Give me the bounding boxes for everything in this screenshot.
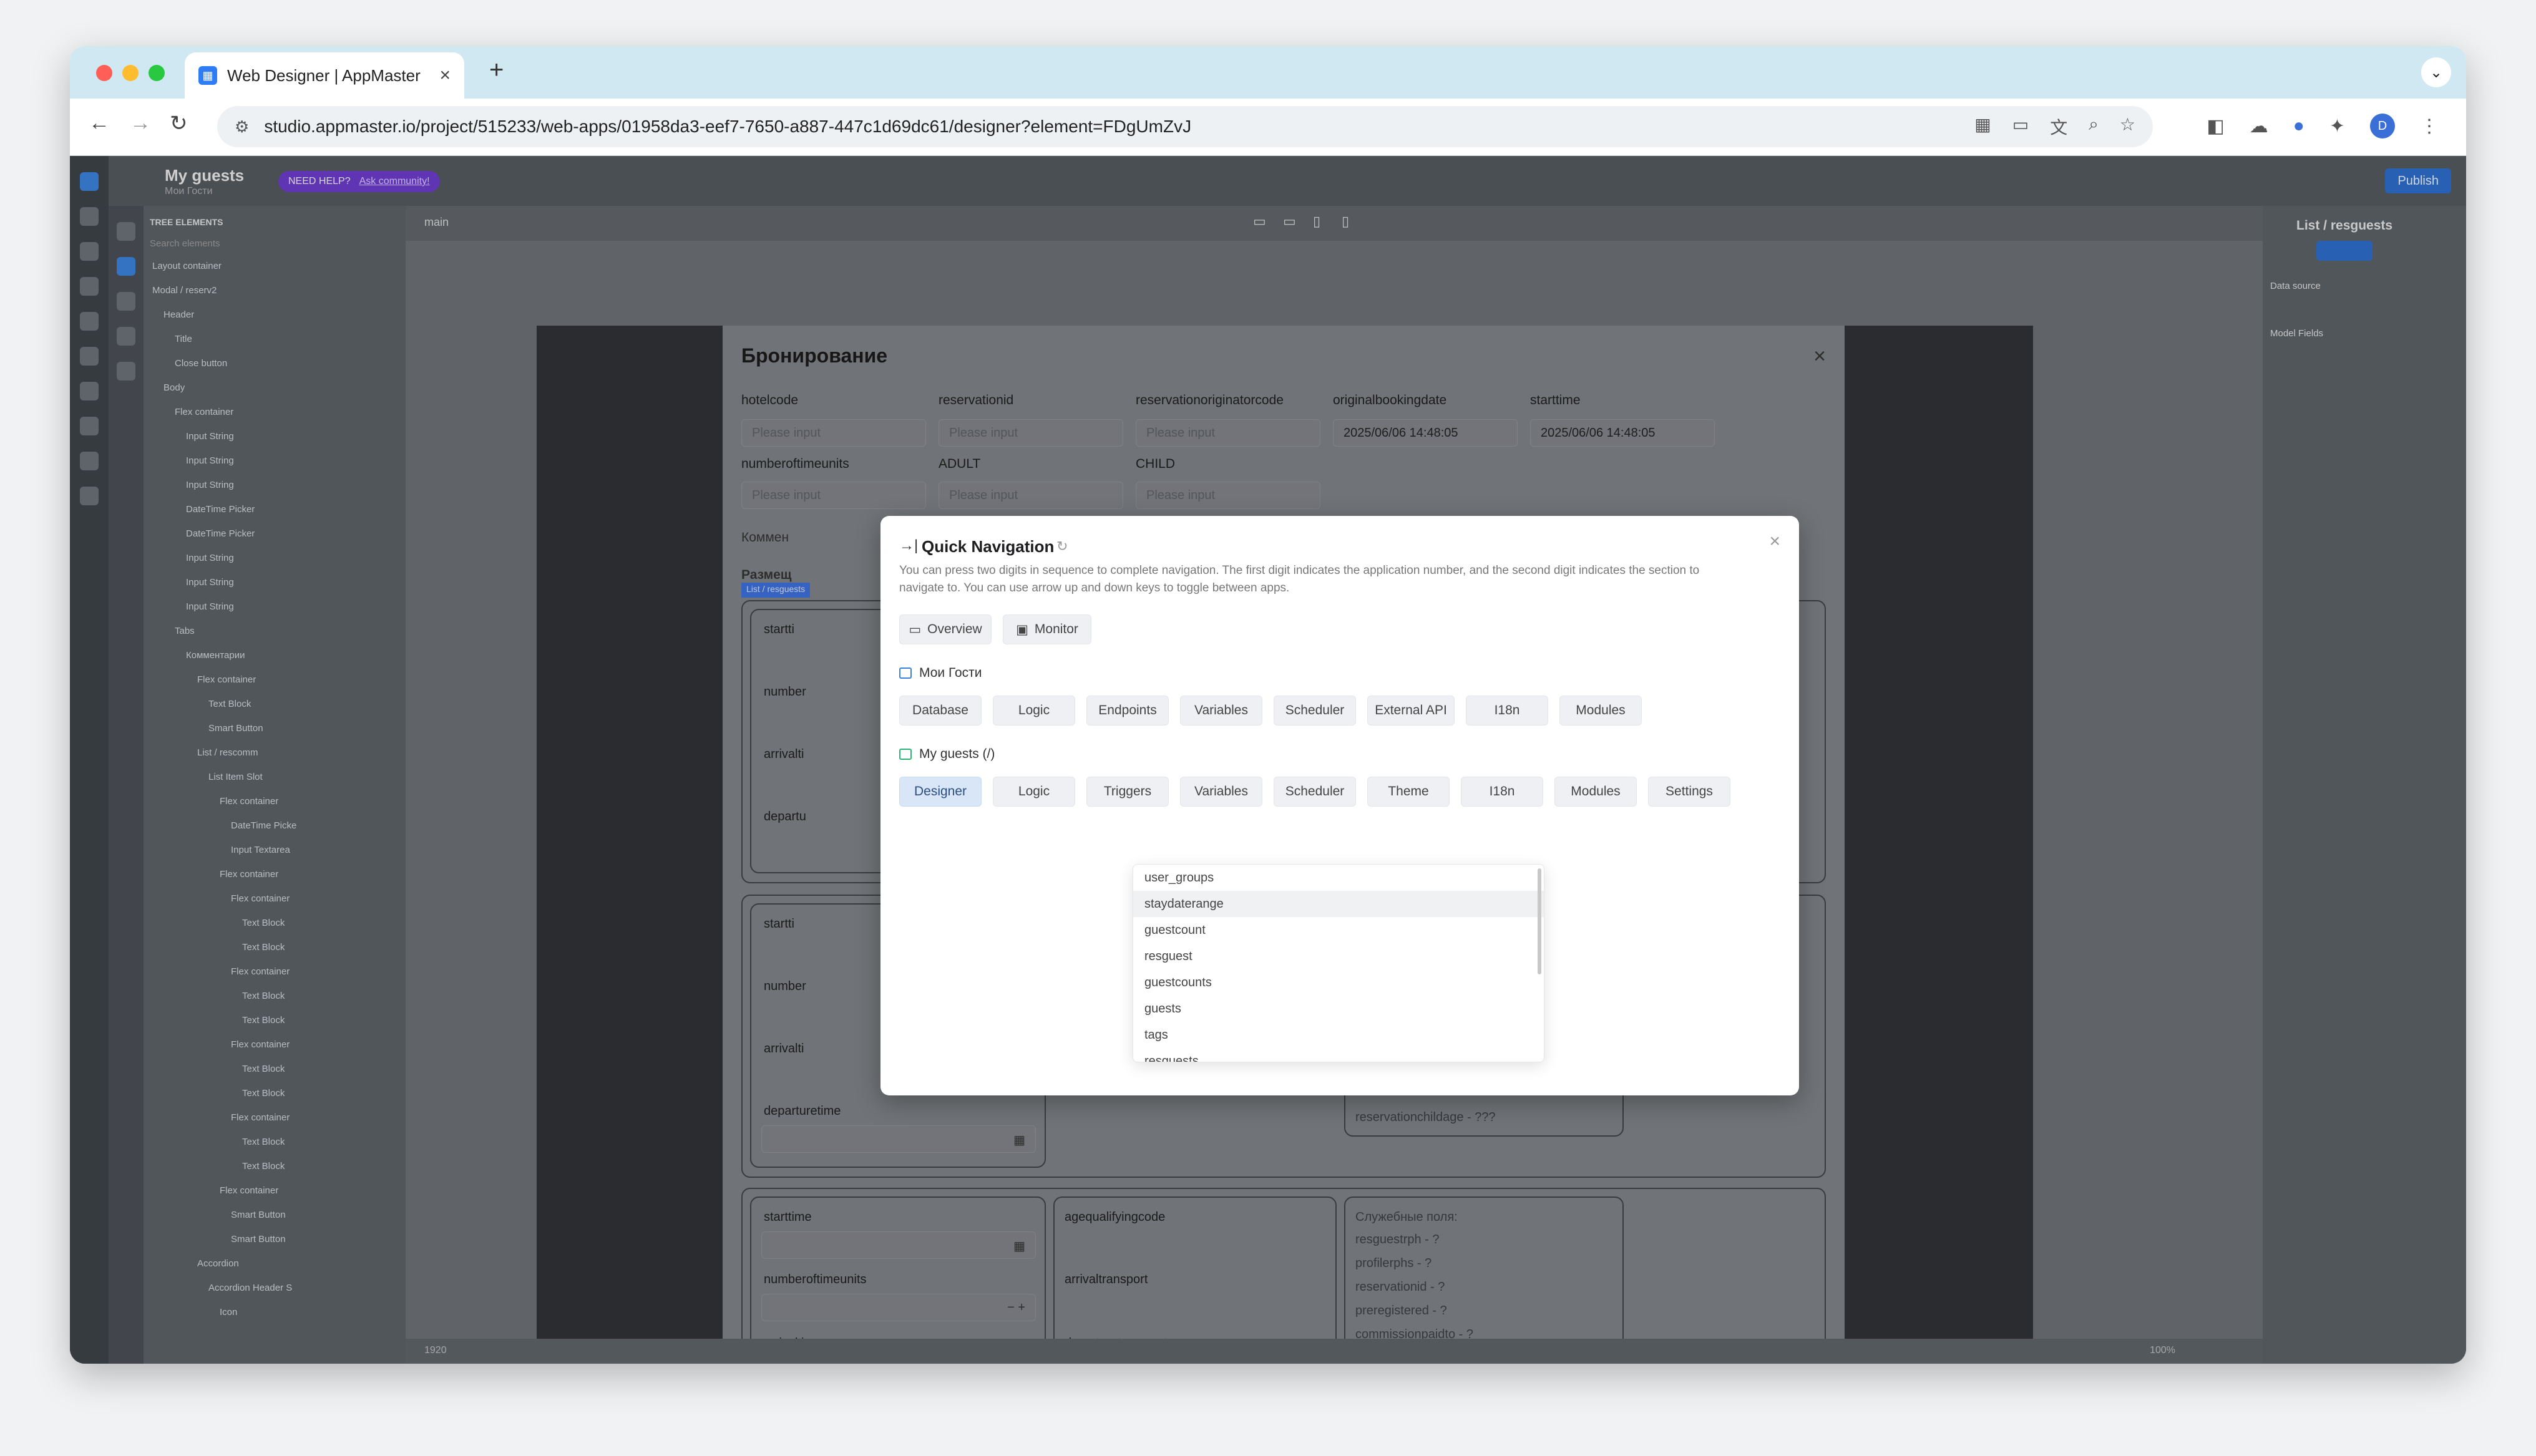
overview-label: Overview bbox=[927, 622, 982, 636]
dropdown-item[interactable]: tags bbox=[1133, 1022, 1544, 1048]
nav-chip-designer[interactable]: Designer bbox=[899, 777, 982, 807]
url-field[interactable]: ⚙ studio.appmaster.io/project/515233/web… bbox=[217, 106, 2153, 147]
dropdown-list: user_groups staydaterange guestcount resgue… bbox=[1133, 865, 1544, 1062]
nav-chip-i18n[interactable]: I18n bbox=[1461, 777, 1543, 807]
overview-button[interactable]: ▭ Overview bbox=[899, 614, 992, 644]
nav-chip-variables[interactable]: Variables bbox=[1180, 696, 1262, 726]
nav-chip-i18n[interactable]: I18n bbox=[1466, 696, 1548, 726]
quick-navigation-dialog: →| Quick Navigation ↻ × You can press tw… bbox=[880, 516, 1799, 1095]
navigation-arrow-icon: →| bbox=[899, 537, 919, 554]
dropdown-item[interactable]: guestcounts bbox=[1133, 969, 1544, 996]
section-web-app: My guests (/) bbox=[899, 747, 995, 762]
url-text: studio.appmaster.io/project/515233/web-a… bbox=[264, 117, 1192, 136]
dropdown-scrollbar[interactable] bbox=[1538, 868, 1541, 974]
nav-chip-scheduler[interactable]: Scheduler bbox=[1274, 777, 1356, 807]
quick-navigation-title: Quick Navigation bbox=[922, 537, 1055, 556]
nav-chip-logic[interactable]: Logic bbox=[993, 696, 1075, 726]
window-controls bbox=[96, 65, 165, 81]
dropdown-item[interactable]: user_groups bbox=[1133, 865, 1544, 891]
app-icon[interactable]: ▦ bbox=[1974, 114, 1991, 139]
refresh-icon[interactable]: ↻ bbox=[1056, 538, 1068, 555]
site-settings-icon[interactable]: ⚙ bbox=[235, 117, 249, 137]
minimize-window-button[interactable] bbox=[122, 65, 139, 81]
translate-icon[interactable]: 文 bbox=[2050, 114, 2067, 139]
quick-navigation-description: You can press two digits in sequence to … bbox=[899, 564, 1700, 595]
nav-chip-modules[interactable]: Modules bbox=[1559, 696, 1642, 726]
extension-cloud-icon[interactable]: ☁ bbox=[2250, 115, 2268, 137]
nav-chip-database[interactable]: Database bbox=[899, 696, 982, 726]
tab-search-icon[interactable]: ⌄ bbox=[2421, 57, 2451, 87]
address-bar: ← → ↻ ⚙ studio.appmaster.io/project/5152… bbox=[70, 99, 2466, 156]
extensions-puzzle-icon[interactable]: ✦ bbox=[2329, 115, 2345, 137]
section-database-app: Мои Гости bbox=[899, 666, 982, 681]
close-icon[interactable]: × bbox=[1769, 531, 1780, 552]
nav-chip-settings[interactable]: Settings bbox=[1648, 777, 1730, 807]
section2-title: My guests (/) bbox=[919, 747, 995, 761]
nav-chip-theme[interactable]: Theme bbox=[1367, 777, 1450, 807]
monitor-button[interactable]: ▣ Monitor bbox=[1003, 614, 1091, 644]
nav-chip-logic[interactable]: Logic bbox=[993, 777, 1075, 807]
tab-bar: ▦ Web Designer | AppMaster × + ⌄ bbox=[70, 46, 2466, 99]
forward-icon[interactable]: → bbox=[130, 111, 151, 135]
bookmark-star-icon[interactable]: ☆ bbox=[2120, 114, 2135, 139]
folder-icon: ▭ bbox=[909, 622, 922, 637]
nav-chip-external-api[interactable]: External API bbox=[1367, 696, 1455, 726]
dropdown-item[interactable]: guestcount bbox=[1133, 917, 1544, 943]
nav-chip-endpoints[interactable]: Endpoints bbox=[1086, 696, 1169, 726]
nav-chip-modules[interactable]: Modules bbox=[1554, 777, 1637, 807]
nav-chip-scheduler[interactable]: Scheduler bbox=[1274, 696, 1356, 726]
browser-tab[interactable]: ▦ Web Designer | AppMaster × bbox=[185, 52, 464, 99]
dropdown-item[interactable]: resguest bbox=[1133, 943, 1544, 969]
section1-title: Мои Гости bbox=[919, 666, 982, 680]
profile-avatar[interactable]: D bbox=[2370, 114, 2395, 138]
new-tab-icon[interactable]: + bbox=[489, 56, 504, 84]
close-window-button[interactable] bbox=[96, 65, 112, 81]
database-app-icon bbox=[899, 667, 912, 679]
reload-icon[interactable]: ↻ bbox=[170, 111, 188, 136]
extension-dot-icon[interactable]: ● bbox=[2293, 115, 2304, 137]
extension-shield-icon[interactable]: ◧ bbox=[2207, 115, 2224, 137]
dropdown-item[interactable]: guests bbox=[1133, 996, 1544, 1022]
maximize-window-button[interactable] bbox=[149, 65, 165, 81]
web-app-icon bbox=[899, 749, 912, 760]
browser-window: ▦ Web Designer | AppMaster × + ⌄ ← → ↻ ⚙… bbox=[70, 46, 2466, 1364]
nav-chip-triggers[interactable]: Triggers bbox=[1086, 777, 1169, 807]
back-icon[interactable]: ← bbox=[89, 111, 110, 135]
zoom-icon[interactable]: ⌕ bbox=[2089, 114, 2099, 139]
model-dropdown: user_groups staydaterange guestcount resgue… bbox=[1133, 864, 1544, 1062]
close-tab-icon[interactable]: × bbox=[439, 65, 451, 86]
monitor-icon: ▣ bbox=[1016, 622, 1028, 637]
monitor-label: Monitor bbox=[1034, 622, 1078, 636]
browser-menu-icon[interactable]: ⋮ bbox=[2420, 115, 2439, 137]
nav-chip-variables[interactable]: Variables bbox=[1180, 777, 1262, 807]
extensions-area: ◧ ☁ ● ✦ D ⋮ bbox=[2207, 114, 2439, 138]
appmaster-icon: ▦ bbox=[198, 66, 217, 85]
dropdown-item[interactable]: staydaterange bbox=[1133, 891, 1544, 917]
dropdown-item[interactable]: resguests bbox=[1133, 1048, 1544, 1062]
tab-title: Web Designer | AppMaster bbox=[227, 66, 421, 85]
clipboard-icon[interactable]: ▭ bbox=[2012, 114, 2029, 139]
